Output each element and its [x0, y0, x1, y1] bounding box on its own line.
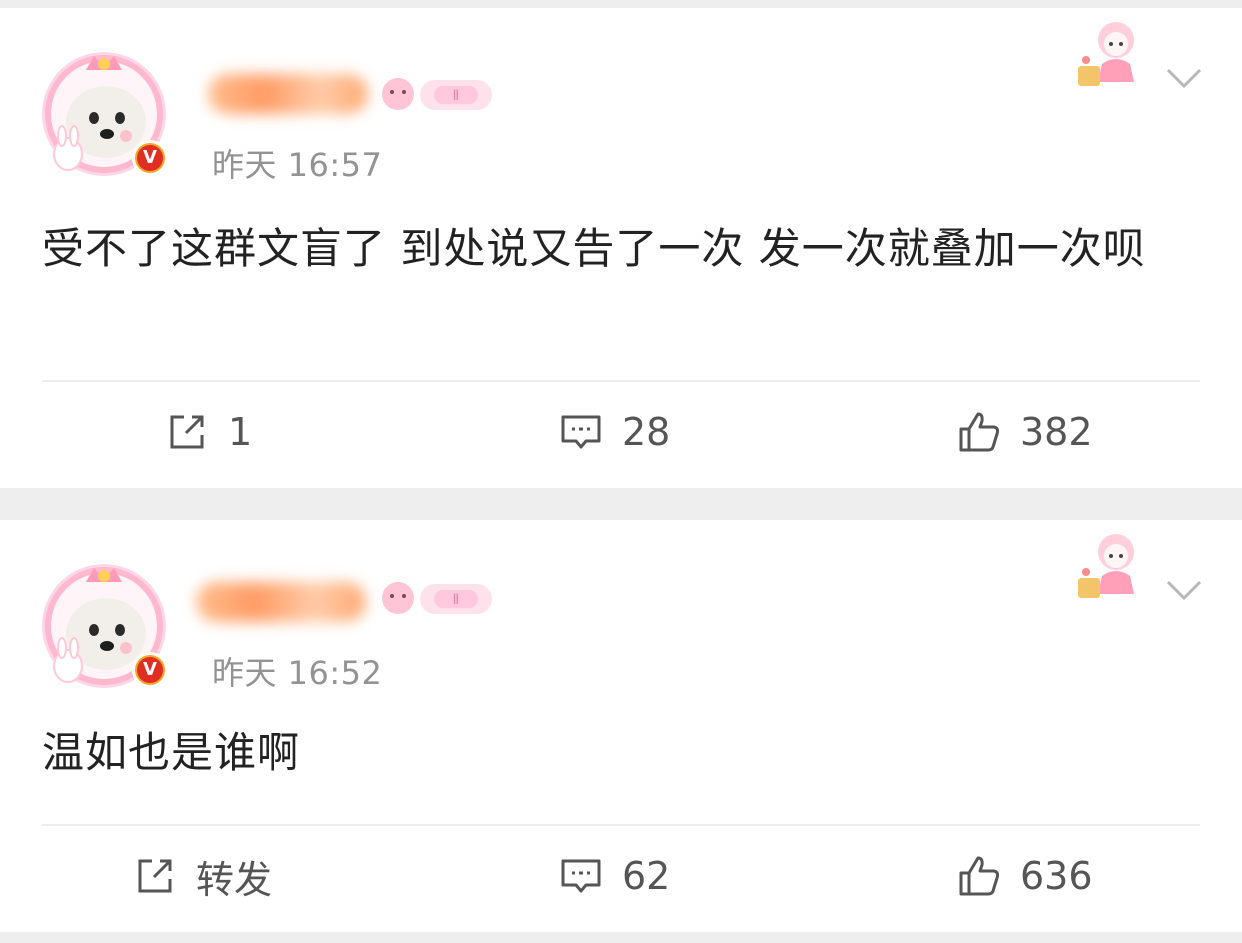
- repost-label: 转发: [196, 857, 273, 902]
- repost-icon: [170, 415, 204, 449]
- blurred-name-mask: [196, 582, 366, 622]
- verified-badge-icon: V: [132, 652, 168, 688]
- post-content: 温如也是谁啊: [42, 728, 301, 777]
- chevron-down-icon[interactable]: [1164, 576, 1204, 604]
- avatar[interactable]: V: [34, 42, 174, 182]
- like-icon: [959, 412, 1000, 452]
- divider: [42, 380, 1200, 382]
- svg-text:Ⅱ: Ⅱ: [453, 592, 460, 608]
- comment-count: 62: [622, 854, 671, 898]
- like-count: 382: [1020, 410, 1093, 454]
- post-time: 昨天 16:57: [212, 146, 383, 184]
- like-button[interactable]: 636: [956, 836, 1093, 916]
- comment-button[interactable]: 62: [558, 836, 670, 916]
- comment-icon: [561, 859, 601, 893]
- comment-icon: [561, 415, 601, 449]
- chevron-down-icon[interactable]: [1164, 64, 1204, 92]
- avatar[interactable]: V: [34, 554, 174, 694]
- verified-badge-icon: V: [132, 140, 168, 176]
- comment-button[interactable]: 28: [558, 392, 670, 472]
- repost-icon: [138, 859, 172, 893]
- user-badge-icon: Ⅱ: [382, 78, 492, 110]
- repost-button[interactable]: 转发: [132, 836, 272, 916]
- action-bar: 1 28 382: [0, 392, 1242, 472]
- comment-feed: V Ⅱ 昨天 16:57 受不了这群文盲了 到处说又告了一次 发一次就叠加一次呗…: [0, 0, 1242, 943]
- comment-card: V Ⅱ 昨天 16:57 受不了这群文盲了 到处说又告了一次 发一次就叠加一次呗…: [0, 8, 1242, 488]
- post-content: 受不了这群文盲了 到处说又告了一次 发一次就叠加一次呗: [42, 224, 1146, 273]
- action-bar: 转发 62 636: [0, 836, 1242, 916]
- sticker-icon: [1078, 22, 1134, 86]
- divider: [42, 824, 1200, 826]
- blurred-name-mask: [208, 74, 368, 114]
- like-count: 636: [1020, 854, 1093, 898]
- comment-count: 28: [622, 410, 671, 454]
- comment-card: V Ⅱ 昨天 16:52 温如也是谁啊 转发 62 636: [0, 520, 1242, 932]
- user-badge-icon: Ⅱ: [382, 582, 492, 614]
- like-icon: [959, 856, 1000, 896]
- repost-count: 1: [228, 410, 253, 454]
- username-blurred[interactable]: [196, 578, 366, 628]
- svg-text:Ⅱ: Ⅱ: [453, 88, 460, 104]
- sticker-icon: [1078, 534, 1134, 598]
- like-button[interactable]: 382: [956, 392, 1093, 472]
- post-time: 昨天 16:52: [212, 654, 383, 692]
- repost-button[interactable]: 1: [164, 392, 252, 472]
- username-blurred[interactable]: [208, 70, 368, 120]
